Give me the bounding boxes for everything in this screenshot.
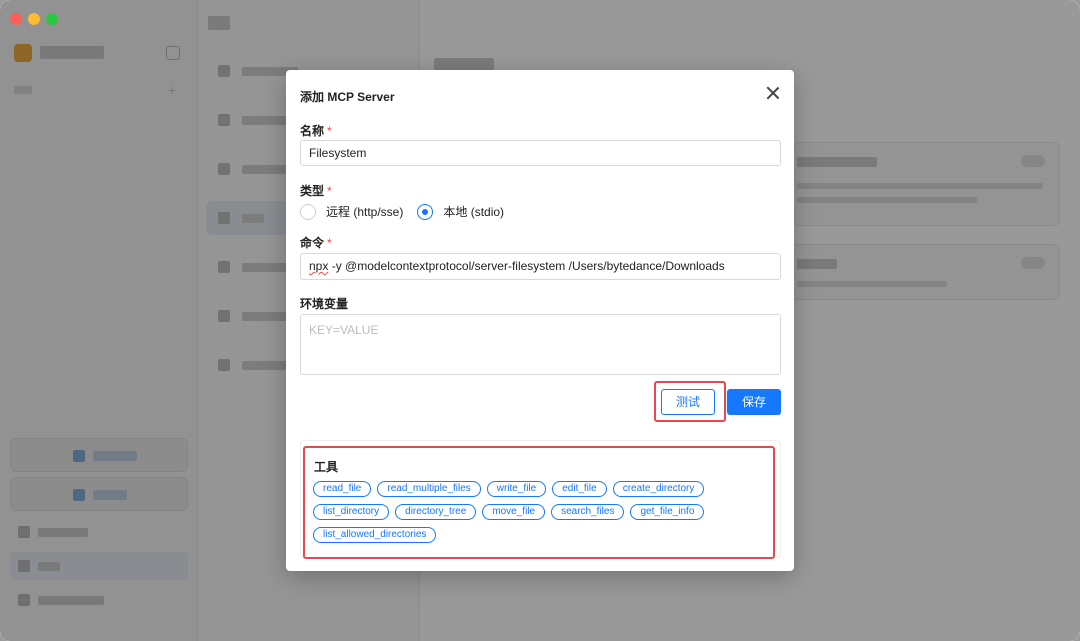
name-input[interactable]: Filesystem (300, 140, 781, 166)
close-icon[interactable] (766, 86, 780, 100)
tool-tag-get-file-info[interactable]: get_file_info (630, 504, 705, 520)
close-window-button[interactable] (10, 13, 22, 25)
tools-title: 工具 (314, 460, 339, 474)
command-label-text: 命令 (300, 236, 325, 250)
tool-tag-read-multiple-files[interactable]: read_multiple_files (377, 481, 481, 497)
save-button[interactable]: 保存 (727, 389, 781, 415)
radio-remote[interactable] (300, 203, 316, 220)
required-mark: * (327, 184, 332, 198)
tool-tag-directory-tree[interactable]: directory_tree (395, 504, 477, 520)
command-value-prefix: npx (309, 259, 329, 273)
window-controls (10, 13, 58, 25)
dialog-title: 添加 MCP Server (300, 90, 395, 104)
command-input[interactable]: npx -y @modelcontextprotocol/server-file… (300, 253, 781, 280)
tool-tag-create-directory[interactable]: create_directory (612, 481, 705, 497)
type-label: 类型 * (300, 182, 332, 199)
type-radio-group: 远程 (http/sse) 本地 (stdio) (300, 203, 518, 220)
minimize-window-button[interactable] (28, 13, 40, 25)
tools-tag-list: read_file read_multiple_files write_file… (313, 481, 753, 543)
required-mark: * (327, 124, 332, 138)
maximize-window-button[interactable] (46, 13, 58, 25)
command-label: 命令 * (300, 234, 332, 251)
type-label-text: 类型 (300, 184, 325, 198)
tool-tag-list-directory[interactable]: list_directory (313, 504, 390, 520)
name-label: 名称 * (300, 122, 332, 139)
tool-tag-read-file[interactable]: read_file (313, 481, 372, 497)
add-mcp-server-dialog: 添加 MCP Server 名称 * Filesystem 类型 * 远程 (htt… (286, 70, 794, 571)
name-label-text: 名称 (300, 124, 325, 138)
tool-tag-search-files[interactable]: search_files (551, 504, 625, 520)
radio-remote-label[interactable]: 远程 (http/sse) (326, 203, 403, 220)
radio-local[interactable] (417, 203, 434, 220)
required-mark: * (327, 236, 332, 250)
env-textarea[interactable]: KEY=VALUE (300, 314, 781, 375)
radio-local-label[interactable]: 本地 (stdio) (443, 203, 504, 220)
tool-tag-write-file[interactable]: write_file (486, 481, 547, 497)
env-label: 环境变量 (300, 297, 349, 311)
env-placeholder: KEY=VALUE (309, 323, 379, 337)
tool-tag-edit-file[interactable]: edit_file (552, 481, 607, 497)
test-button[interactable]: 测试 (661, 389, 715, 415)
tool-tag-move-file[interactable]: move_file (482, 504, 546, 520)
tool-tag-list-allowed-directories[interactable]: list_allowed_directories (313, 527, 437, 543)
command-value-rest: -y @modelcontextprotocol/server-filesyst… (328, 259, 725, 273)
